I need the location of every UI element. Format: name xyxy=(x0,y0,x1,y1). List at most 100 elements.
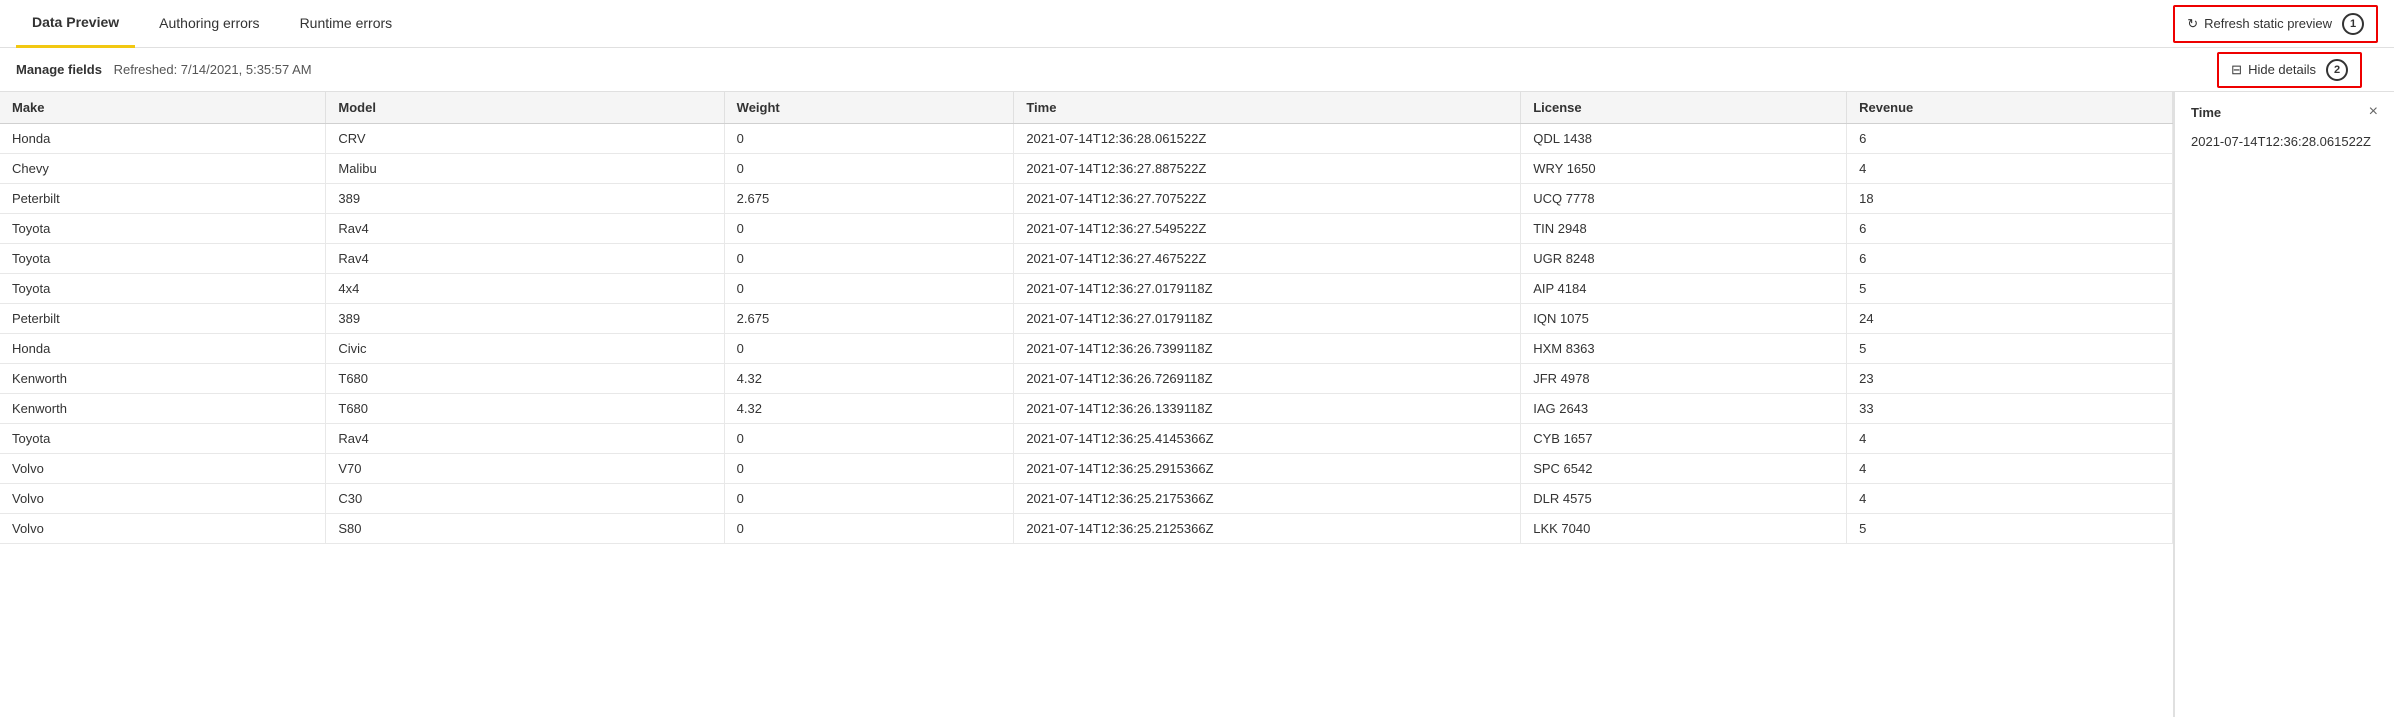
manage-fields-header: Manage fields Refreshed: 7/14/2021, 5:35… xyxy=(16,62,312,77)
cell-make: Kenworth xyxy=(0,394,326,424)
cell-make: Peterbilt xyxy=(0,304,326,334)
hide-details-badge: 2 xyxy=(2326,59,2348,81)
table-row[interactable]: KenworthT6804.322021-07-14T12:36:26.1339… xyxy=(0,394,2173,424)
cell-revenue: 5 xyxy=(1847,334,2173,364)
tab-runtime-errors[interactable]: Runtime errors xyxy=(284,0,409,48)
cell-revenue: 6 xyxy=(1847,244,2173,274)
cell-time: 2021-07-14T12:36:27.707522Z xyxy=(1014,184,1521,214)
cell-time: 2021-07-14T12:36:27.467522Z xyxy=(1014,244,1521,274)
cell-model: Civic xyxy=(326,334,724,364)
table-row[interactable]: Peterbilt3892.6752021-07-14T12:36:27.017… xyxy=(0,304,2173,334)
table-row[interactable]: ToyotaRav402021-07-14T12:36:27.467522ZUG… xyxy=(0,244,2173,274)
table-row[interactable]: Peterbilt3892.6752021-07-14T12:36:27.707… xyxy=(0,184,2173,214)
cell-time: 2021-07-14T12:36:25.2915366Z xyxy=(1014,454,1521,484)
cell-model: CRV xyxy=(326,124,724,154)
cell-weight: 4.32 xyxy=(724,364,1014,394)
manage-bar: Manage fields Refreshed: 7/14/2021, 5:35… xyxy=(0,48,2394,92)
cell-revenue: 4 xyxy=(1847,424,2173,454)
cell-revenue: 6 xyxy=(1847,214,2173,244)
cell-weight: 0 xyxy=(724,124,1014,154)
table-row[interactable]: HondaCRV02021-07-14T12:36:28.061522ZQDL … xyxy=(0,124,2173,154)
cell-make: Volvo xyxy=(0,454,326,484)
cell-weight: 2.675 xyxy=(724,184,1014,214)
cell-license: IAG 2643 xyxy=(1521,394,1847,424)
cell-time: 2021-07-14T12:36:27.887522Z xyxy=(1014,154,1521,184)
cell-revenue: 4 xyxy=(1847,454,2173,484)
cell-license: AIP 4184 xyxy=(1521,274,1847,304)
table-row[interactable]: HondaCivic02021-07-14T12:36:26.7399118ZH… xyxy=(0,334,2173,364)
cell-make: Volvo xyxy=(0,514,326,544)
col-header-license: License xyxy=(1521,92,1847,124)
manage-fields-title: Manage fields xyxy=(16,62,102,77)
cell-make: Chevy xyxy=(0,154,326,184)
cell-weight: 0 xyxy=(724,154,1014,184)
cell-time: 2021-07-14T12:36:25.2175366Z xyxy=(1014,484,1521,514)
cell-weight: 0 xyxy=(724,484,1014,514)
cell-license: WRY 1650 xyxy=(1521,154,1847,184)
col-header-make: Make xyxy=(0,92,326,124)
cell-revenue: 4 xyxy=(1847,484,2173,514)
detail-panel-value: 2021-07-14T12:36:28.061522Z xyxy=(2191,132,2378,152)
cell-make: Volvo xyxy=(0,484,326,514)
cell-license: IQN 1075 xyxy=(1521,304,1847,334)
cell-make: Toyota xyxy=(0,424,326,454)
tab-data-preview[interactable]: Data Preview xyxy=(16,0,135,48)
col-header-time: Time xyxy=(1014,92,1521,124)
cell-time: 2021-07-14T12:36:27.0179118Z xyxy=(1014,304,1521,334)
main-area: Make Model Weight Time License Revenue H… xyxy=(0,92,2394,717)
cell-revenue: 5 xyxy=(1847,514,2173,544)
cell-time: 2021-07-14T12:36:27.0179118Z xyxy=(1014,274,1521,304)
detail-panel-title: Time xyxy=(2191,105,2221,120)
cell-time: 2021-07-14T12:36:26.7269118Z xyxy=(1014,364,1521,394)
col-header-model: Model xyxy=(326,92,724,124)
refresh-btn-label: Refresh static preview xyxy=(2204,16,2332,31)
refresh-static-preview-button[interactable]: ↻ Refresh static preview 1 xyxy=(2173,5,2378,43)
cell-make: Toyota xyxy=(0,244,326,274)
cell-time: 2021-07-14T12:36:26.7399118Z xyxy=(1014,334,1521,364)
cell-model: T680 xyxy=(326,364,724,394)
cell-license: TIN 2948 xyxy=(1521,214,1847,244)
cell-revenue: 4 xyxy=(1847,154,2173,184)
table-row[interactable]: Toyota4x402021-07-14T12:36:27.0179118ZAI… xyxy=(0,274,2173,304)
cell-weight: 0 xyxy=(724,334,1014,364)
cell-time: 2021-07-14T12:36:27.549522Z xyxy=(1014,214,1521,244)
cell-weight: 0 xyxy=(724,214,1014,244)
cell-model: V70 xyxy=(326,454,724,484)
cell-weight: 0 xyxy=(724,424,1014,454)
hide-details-label: Hide details xyxy=(2248,62,2316,77)
table-row[interactable]: VolvoS8002021-07-14T12:36:25.2125366ZLKK… xyxy=(0,514,2173,544)
table-row[interactable]: KenworthT6804.322021-07-14T12:36:26.7269… xyxy=(0,364,2173,394)
cell-weight: 2.675 xyxy=(724,304,1014,334)
table-row[interactable]: ToyotaRav402021-07-14T12:36:25.4145366ZC… xyxy=(0,424,2173,454)
detail-panel-close-button[interactable]: × xyxy=(2369,104,2378,120)
hide-details-button[interactable]: ⊟ Hide details 2 xyxy=(2217,52,2362,88)
cell-license: HXM 8363 xyxy=(1521,334,1847,364)
cell-model: T680 xyxy=(326,394,724,424)
cell-make: Kenworth xyxy=(0,364,326,394)
cell-make: Peterbilt xyxy=(0,184,326,214)
cell-weight: 0 xyxy=(724,274,1014,304)
data-table-container[interactable]: Make Model Weight Time License Revenue H… xyxy=(0,92,2174,717)
tab-bar: Data Preview Authoring errors Runtime er… xyxy=(0,0,2394,48)
cell-time: 2021-07-14T12:36:25.2125366Z xyxy=(1014,514,1521,544)
table-row[interactable]: ToyotaRav402021-07-14T12:36:27.549522ZTI… xyxy=(0,214,2173,244)
hide-details-icon: ⊟ xyxy=(2231,62,2242,78)
data-table: Make Model Weight Time License Revenue H… xyxy=(0,92,2173,544)
cell-model: Rav4 xyxy=(326,214,724,244)
cell-make: Toyota xyxy=(0,274,326,304)
cell-make: Honda xyxy=(0,124,326,154)
cell-weight: 0 xyxy=(724,514,1014,544)
cell-license: JFR 4978 xyxy=(1521,364,1847,394)
detail-panel: Time × 2021-07-14T12:36:28.061522Z xyxy=(2174,92,2394,717)
refresh-icon: ↻ xyxy=(2187,16,2198,32)
table-row[interactable]: VolvoV7002021-07-14T12:36:25.2915366ZSPC… xyxy=(0,454,2173,484)
table-row[interactable]: VolvoC3002021-07-14T12:36:25.2175366ZDLR… xyxy=(0,484,2173,514)
table-row[interactable]: ChevyMalibu02021-07-14T12:36:27.887522ZW… xyxy=(0,154,2173,184)
col-header-revenue: Revenue xyxy=(1847,92,2173,124)
manage-fields-refreshed: Refreshed: 7/14/2021, 5:35:57 AM xyxy=(114,62,312,77)
cell-make: Honda xyxy=(0,334,326,364)
tab-authoring-errors[interactable]: Authoring errors xyxy=(143,0,275,48)
detail-panel-header: Time × xyxy=(2191,104,2378,120)
cell-revenue: 24 xyxy=(1847,304,2173,334)
cell-model: S80 xyxy=(326,514,724,544)
